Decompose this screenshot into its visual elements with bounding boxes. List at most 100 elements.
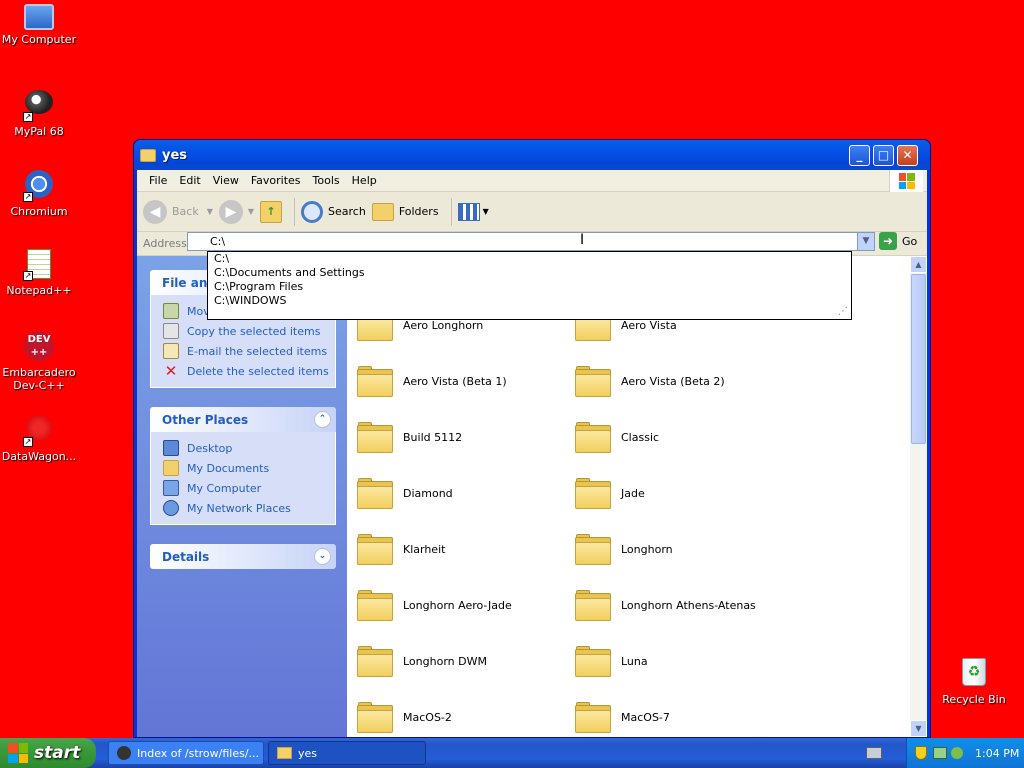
raccoon-icon: ↗ (23, 90, 55, 122)
vertical-scrollbar[interactable]: ▲ ▼ (910, 256, 927, 737)
folder-icon (574, 533, 612, 565)
window-title: yes (162, 147, 188, 163)
close-icon: ✕ (902, 148, 913, 162)
security-shield-icon[interactable] (915, 746, 927, 760)
copy-task-link[interactable]: Copy the selected items (163, 321, 335, 341)
folder-item[interactable]: MacOS-7 (574, 701, 670, 733)
shortcut-arrow-icon: ↗ (23, 437, 33, 447)
folder-label: Aero Longhorn (403, 318, 484, 332)
other-place-my-computer[interactable]: My Computer (163, 478, 335, 498)
other-places-header[interactable]: Other Places ⌃ (150, 407, 336, 432)
taskbar-item-mypal[interactable]: Index of /strow/files/... (108, 741, 264, 765)
address-input[interactable]: C:\ ▼ (187, 232, 875, 251)
folder-item[interactable]: Longhorn DWM (356, 645, 487, 677)
menu-help[interactable]: Help (348, 174, 385, 187)
menu-file[interactable]: File (145, 174, 175, 187)
folder-item[interactable]: Classic (574, 421, 659, 453)
folder-icon (574, 365, 612, 397)
folder-icon (356, 477, 394, 509)
folders-button[interactable]: Folders (371, 202, 439, 221)
desktop-icon-chromium[interactable]: ↗ Chromium (0, 168, 78, 218)
desktop-icon-my-computer[interactable]: My Computer (0, 2, 78, 46)
desktop-icon-notepadpp[interactable]: ↗ Notepad++ (0, 248, 78, 297)
desktop-icon-mypal[interactable]: ↗ MyPal 68 (0, 86, 78, 138)
autocomplete-item[interactable]: C:\ (208, 252, 851, 266)
folder-icon (574, 645, 612, 677)
taskbar-item-explorer[interactable]: yes (268, 741, 426, 765)
start-button[interactable]: start (0, 738, 96, 768)
folder-label: Longhorn (621, 542, 673, 556)
collapse-chevron-icon[interactable]: ⌃ (314, 411, 331, 428)
folder-item[interactable]: Longhorn (574, 533, 673, 565)
folder-item[interactable]: Aero Vista (Beta 2) (574, 365, 725, 397)
minimize-button[interactable]: _ (849, 145, 870, 166)
explorer-window[interactable]: yes _ □ ✕ File Edit View Favorites Tools… (133, 139, 931, 738)
menu-bar: File Edit View Favorites Tools Help (137, 170, 927, 192)
network-icon[interactable] (933, 747, 947, 759)
menu-favorites[interactable]: Favorites (247, 174, 309, 187)
expand-chevron-icon[interactable]: ⌄ (314, 548, 331, 565)
details-header[interactable]: Details ⌄ (150, 544, 336, 569)
folder-item[interactable]: Diamond (356, 477, 453, 509)
other-place-desktop[interactable]: Desktop (163, 438, 335, 458)
other-places-body: Desktop My Documents My Computer My Netw… (150, 432, 336, 525)
keyboard-icon[interactable] (866, 747, 882, 759)
safely-remove-icon[interactable] (951, 747, 963, 759)
close-button[interactable]: ✕ (897, 145, 918, 166)
menu-tools[interactable]: Tools (309, 174, 348, 187)
scroll-up-button[interactable]: ▲ (910, 256, 927, 273)
address-autocomplete-list: C:\ C:\Documents and Settings C:\Program… (207, 251, 852, 320)
go-button[interactable]: ➜ Go (879, 232, 917, 250)
menu-edit[interactable]: Edit (175, 174, 208, 187)
toolbar-separator (294, 197, 296, 226)
views-button[interactable]: ▼ (457, 202, 489, 221)
desktop-icon-devcpp[interactable]: DEV ++ Embarcadero Dev-C++ (0, 330, 78, 392)
views-icon (457, 202, 480, 221)
clock[interactable]: 1:04 PM (975, 747, 1019, 760)
folder-icon (356, 365, 394, 397)
back-button[interactable]: ◀ Back ▼ (143, 199, 213, 224)
folder-content-view: Aero Longhorn Aero Vista Aero Vista (Beta … (347, 256, 910, 737)
scroll-down-button[interactable]: ▼ (910, 720, 927, 737)
up-folder-icon: ↑ (260, 200, 283, 223)
folder-item[interactable]: Build 5112 (356, 421, 462, 453)
folder-item[interactable]: Klarheit (356, 533, 445, 565)
minimize-icon: _ (856, 148, 863, 162)
folder-icon (356, 533, 394, 565)
folder-item[interactable]: Longhorn Athens-Atenas (574, 589, 756, 621)
datawagon-icon: ↗ (23, 415, 55, 447)
windows-flag-icon (8, 743, 28, 763)
title-bar[interactable]: yes (134, 140, 930, 170)
maximize-button[interactable]: □ (873, 145, 894, 166)
folder-label: Aero Vista (Beta 2) (621, 374, 725, 388)
email-task-link[interactable]: E-mail the selected items (163, 341, 335, 361)
copy-icon (163, 323, 179, 339)
resize-grip-icon[interactable]: ⋰ (838, 306, 850, 318)
go-arrow-icon: ➜ (879, 232, 897, 250)
other-place-my-documents[interactable]: My Documents (163, 458, 335, 478)
desktop-icon-recycle-bin[interactable]: ♻ Recycle Bin (934, 656, 1014, 706)
folder-item[interactable]: Luna (574, 645, 648, 677)
desktop-icon-datawagon[interactable]: ↗ DataWagon... (0, 412, 78, 463)
folder-item[interactable]: MacOS-2 (356, 701, 452, 733)
up-folder-button[interactable]: ↑ (260, 200, 283, 223)
chevron-down-icon: ▼ (206, 207, 213, 216)
folder-item[interactable]: Aero Vista (Beta 1) (356, 365, 507, 397)
windows-logo-icon (889, 170, 923, 192)
delete-task-link[interactable]: ✕ Delete the selected items (163, 361, 335, 381)
folder-icon (574, 701, 612, 733)
search-button[interactable]: Search (301, 200, 366, 223)
menu-view[interactable]: View (209, 174, 247, 187)
text-cursor-icon: I (580, 232, 585, 248)
autocomplete-item[interactable]: C:\WINDOWS (208, 294, 851, 308)
folder-item[interactable]: Longhorn Aero-Jade (356, 589, 512, 621)
autocomplete-item[interactable]: C:\Documents and Settings (208, 266, 851, 280)
scroll-thumb[interactable] (911, 274, 926, 444)
address-dropdown-button[interactable]: ▼ (857, 233, 874, 250)
other-place-network[interactable]: My Network Places (163, 498, 335, 518)
folder-item[interactable]: Jade (574, 477, 645, 509)
email-icon (163, 343, 179, 359)
autocomplete-item[interactable]: C:\Program Files (208, 280, 851, 294)
forward-button[interactable]: ▶ ▼ (218, 199, 254, 224)
delete-x-icon: ✕ (164, 362, 178, 380)
